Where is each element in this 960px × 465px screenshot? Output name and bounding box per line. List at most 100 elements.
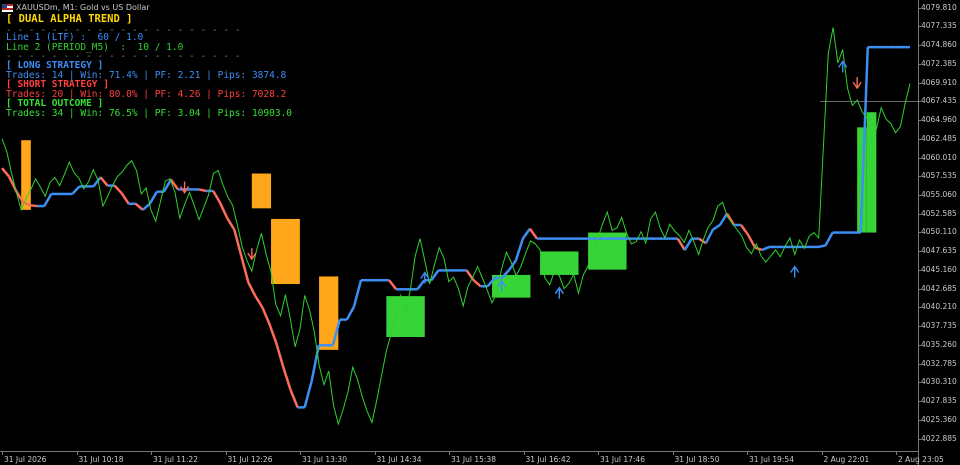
time-tick <box>896 451 897 455</box>
time-tick-label: 31 Jul 17:46 <box>600 455 645 464</box>
trend-line-segment <box>113 184 123 195</box>
chart-window[interactable]: { "window": { "title": "XAUUSDm, M1: Gol… <box>0 0 960 465</box>
price-tick <box>918 288 921 290</box>
price-tick <box>918 269 921 271</box>
price-tick-label: 4067.435 <box>921 96 957 106</box>
time-tick <box>598 451 599 455</box>
trend-line-segment <box>416 279 426 291</box>
trend-line-segment <box>120 192 130 205</box>
price-tick-label: 4055.060 <box>921 190 957 200</box>
price-tick-label: 4050.110 <box>921 227 957 237</box>
trend-line-segment <box>683 237 693 251</box>
trend-line-segment <box>761 245 770 252</box>
time-tick <box>821 451 823 455</box>
price-tick-label: 4032.785 <box>921 358 957 368</box>
price-tick <box>918 307 921 309</box>
trend-line-segment <box>219 202 229 219</box>
price-tick <box>918 101 921 103</box>
time-tick <box>374 451 376 455</box>
price-tick-label: 4037.735 <box>921 321 957 331</box>
price-tick <box>918 419 921 421</box>
time-tick-label: 31 Jul 14:34 <box>376 455 422 464</box>
price-tick <box>918 26 921 28</box>
time-tick-label: 31 Jul 18:50 <box>674 455 720 464</box>
trend-line-segment <box>275 343 285 369</box>
price-tick <box>918 63 921 65</box>
price-tick <box>918 120 921 122</box>
price-tick <box>918 344 921 346</box>
time-tick-label: 31 Jul 19:54 <box>749 455 794 464</box>
trend-line-segment <box>141 202 151 211</box>
trend-line-segment <box>226 217 236 231</box>
trend-line-segment <box>99 176 109 187</box>
trend-line-segment <box>712 223 721 231</box>
price-tick <box>918 382 921 384</box>
trend-line-segment <box>818 244 826 249</box>
price-tick <box>918 176 921 178</box>
chart-symbol-title: XAUUSDm, M1: Gold vs US Dollar <box>16 3 150 12</box>
trend-band-1 <box>251 173 272 209</box>
price-tick-label: 4030.310 <box>921 377 957 387</box>
price-line <box>1 27 911 426</box>
time-tick <box>523 451 525 455</box>
trend-line-segment <box>528 228 538 240</box>
price-tick-label: 4060.010 <box>921 152 957 162</box>
time-tick <box>76 451 78 455</box>
price-tick-label: 4027.835 <box>921 396 957 406</box>
time-tick-label: 2 Aug 23:05 <box>898 455 944 464</box>
baseline-line <box>1 46 910 408</box>
total-outcome-stats: Trades: 34 | Win: 76.5% | PF: 3.04 | Pip… <box>6 108 292 119</box>
price-tick-label: 4052.585 <box>921 208 957 218</box>
price-tick <box>918 138 921 140</box>
trend-line-segment <box>676 237 686 251</box>
trend-line-segment <box>30 204 38 208</box>
trend-line-segment <box>303 380 313 408</box>
price-tick-label: 4040.210 <box>921 302 957 312</box>
time-tick-label: 31 Jul 16:42 <box>525 455 571 464</box>
trend-line-segment <box>254 295 264 309</box>
trend-line-segment <box>747 234 757 249</box>
price-tick-label: 4045.160 <box>921 264 957 274</box>
price-tick <box>918 195 921 197</box>
trend-band-2 <box>271 218 300 285</box>
trend-line-segment <box>148 191 158 205</box>
price-tick-label: 4042.685 <box>921 283 957 293</box>
price-tick-label: 4069.910 <box>921 77 957 87</box>
price-tick <box>918 82 921 84</box>
price-tick-label: 4074.860 <box>921 40 957 50</box>
time-tick <box>151 451 152 455</box>
price-tick-label: 4057.535 <box>921 171 957 181</box>
trend-band-6 <box>540 251 579 275</box>
trend-line-segment <box>725 212 736 226</box>
time-axis[interactable] <box>0 451 918 452</box>
trend-line-segment <box>718 212 729 226</box>
trend-line-segment <box>521 228 531 240</box>
trend-line-segment <box>212 190 222 204</box>
trend-line-segment <box>289 389 299 408</box>
price-tick <box>918 157 921 159</box>
price-tick-label: 4062.485 <box>921 133 957 143</box>
trend-line-segment <box>824 231 834 247</box>
trend-line-segment <box>261 306 271 325</box>
price-tick <box>918 438 921 440</box>
price-tick-label: 4035.260 <box>921 339 957 349</box>
price-tick <box>918 213 921 215</box>
trend-line-segment <box>282 367 292 391</box>
price-tick-label: 4022.885 <box>921 433 957 443</box>
chart-title-bar: XAUUSDm, M1: Gold vs US Dollar <box>2 2 150 13</box>
price-tick-label: 4077.335 <box>921 21 957 31</box>
indicator-title: [ DUAL ALPHA TREND ] <box>6 13 133 25</box>
price-tick-label: 4047.635 <box>921 246 957 256</box>
trend-line-segment <box>310 345 320 382</box>
time-tick-label: 31 Jul 2026 <box>4 455 47 464</box>
trend-band-9 <box>866 112 877 233</box>
trend-line-segment <box>268 323 278 345</box>
time-tick <box>449 451 450 455</box>
trend-line-segment <box>345 306 356 321</box>
price-tick-label: 4025.360 <box>921 414 957 424</box>
price-tick-label: 4079.810 <box>921 2 957 12</box>
time-tick <box>225 451 227 455</box>
price-tick <box>918 232 921 234</box>
price-tick <box>918 251 921 253</box>
trend-line-segment <box>1 167 10 178</box>
